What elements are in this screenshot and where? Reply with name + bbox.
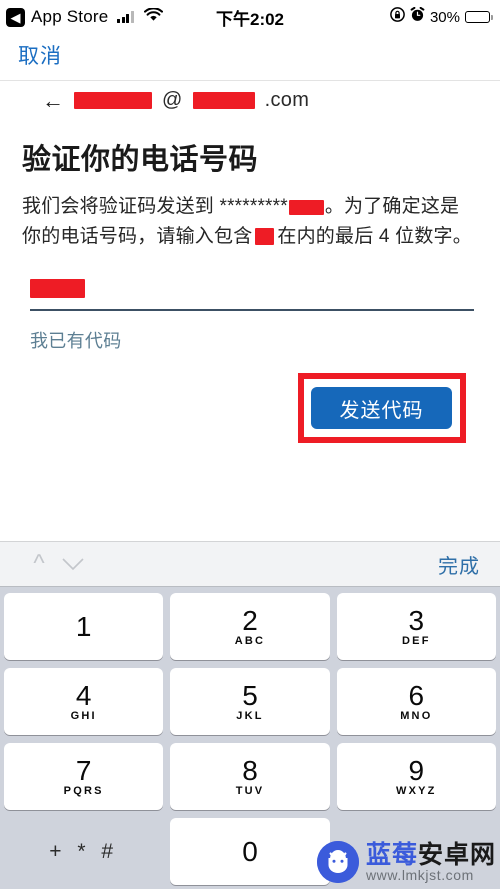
redaction-email-local bbox=[74, 92, 152, 109]
redaction-email-domain bbox=[192, 92, 255, 109]
key-2[interactable]: 2 ABC bbox=[170, 593, 330, 660]
key-number: 6 bbox=[408, 679, 425, 711]
key-number: 9 bbox=[408, 754, 425, 786]
wifi-icon bbox=[143, 7, 163, 27]
cellular-signal-icon bbox=[117, 11, 134, 23]
key-letters: GHI bbox=[70, 710, 97, 723]
key-letters: JKL bbox=[236, 710, 264, 723]
key-number: 3 bbox=[408, 604, 425, 636]
instruction-text-part3: 在内的最后 4 位数字。 bbox=[277, 225, 472, 247]
key-number: 4 bbox=[75, 679, 92, 711]
key-number: 8 bbox=[242, 754, 258, 786]
key-number: 1 bbox=[75, 610, 92, 642]
battery-icon bbox=[465, 11, 493, 23]
key-8[interactable]: 8 TUV bbox=[170, 743, 330, 810]
key-letters: WXYZ bbox=[396, 785, 437, 798]
key-number: 5 bbox=[242, 679, 258, 711]
chevron-up-icon[interactable]: ^ bbox=[22, 547, 56, 581]
page-title: 验证你的电话号码 bbox=[22, 144, 259, 176]
keyboard-accessory-bar: ^ 完成 bbox=[0, 541, 500, 587]
key-letters: MNO bbox=[400, 710, 433, 723]
status-bar-right: 30% bbox=[390, 6, 493, 27]
key-letters: PQRS bbox=[63, 785, 104, 798]
key-letters: DEF bbox=[402, 635, 431, 648]
watermark-title: 蓝莓安卓网 bbox=[365, 840, 496, 869]
instruction-text: 我们会将验证码发送到 ********* 。为了确定这是你的电话号码，请输入包含在… bbox=[22, 192, 478, 251]
main-content: 验证你的电话号码 我们会将验证码发送到 ********* 。为了确定这是你的电话… bbox=[0, 122, 500, 455]
submit-area: 发送代码 bbox=[22, 363, 478, 455]
redaction-last-digits bbox=[255, 228, 275, 246]
key-7[interactable]: 7 PQRS bbox=[4, 743, 164, 810]
arrow-left-icon[interactable]: ← bbox=[42, 89, 64, 112]
site-watermark: 蓝莓安卓网 www.lmkjst.com bbox=[316, 840, 496, 883]
key-letters: ABC bbox=[234, 635, 266, 648]
email-at-symbol: @ bbox=[162, 89, 183, 111]
battery-percent-label: 30% bbox=[429, 8, 460, 26]
redaction-input-value bbox=[30, 279, 85, 299]
cancel-button[interactable]: 取消 bbox=[18, 45, 62, 68]
key-4[interactable]: 4 GHI bbox=[4, 668, 164, 735]
have-code-link[interactable]: 我已有代码 bbox=[30, 327, 478, 353]
key-number: 7 bbox=[75, 754, 92, 786]
watermark-text: 蓝莓安卓网 www.lmkjst.com bbox=[365, 840, 496, 883]
redaction-phone-number bbox=[288, 199, 324, 215]
watermark-title-blue: 蓝莓 bbox=[365, 840, 418, 869]
nav-bar: 取消 bbox=[0, 34, 500, 80]
watermark-url: www.lmkjst.com bbox=[365, 866, 474, 883]
status-bar-left: ◀ App Store bbox=[6, 7, 163, 27]
email-tld-label: .com bbox=[264, 89, 310, 111]
chevron-left-icon[interactable]: ◀ bbox=[6, 7, 25, 27]
key-0[interactable]: 0 bbox=[170, 818, 330, 885]
phone-digits-field[interactable] bbox=[30, 279, 474, 312]
key-3[interactable]: 3 DEF bbox=[336, 593, 496, 660]
instruction-text-part1: 我们会将验证码发送到 ********* bbox=[22, 196, 288, 218]
key-number: 0 bbox=[242, 835, 258, 867]
key-5[interactable]: 5 JKL bbox=[170, 668, 330, 735]
key-symbols[interactable]: + * # bbox=[4, 818, 163, 885]
account-email-row[interactable]: ← @ .com bbox=[0, 81, 500, 122]
android-robot-icon bbox=[316, 841, 359, 883]
field-underline bbox=[30, 309, 474, 312]
rotation-lock-icon bbox=[390, 7, 405, 27]
key-letters: TUV bbox=[235, 785, 265, 798]
phone-digits-value[interactable] bbox=[30, 279, 474, 299]
keyboard-done-button[interactable]: 完成 bbox=[438, 550, 480, 579]
numeric-keyboard: ^ 完成 1 2 ABC 3 DEF 4 GHI 5 JKL 6 MNO 7 PQRS 8 TUV 9 WXYZ… bbox=[0, 541, 500, 889]
chevron-down-icon[interactable] bbox=[56, 547, 90, 581]
send-code-button[interactable]: 发送代码 bbox=[311, 387, 452, 430]
key-9[interactable]: 9 WXYZ bbox=[336, 743, 496, 810]
returning-app-label[interactable]: App Store bbox=[31, 7, 108, 27]
status-bar: ◀ App Store 下午2:02 30% bbox=[0, 0, 500, 34]
key-number: 2 bbox=[242, 604, 258, 636]
key-1[interactable]: 1 bbox=[4, 593, 164, 660]
key-6[interactable]: 6 MNO bbox=[336, 668, 496, 735]
watermark-title-dark: 安卓网 bbox=[417, 840, 496, 869]
alarm-clock-icon bbox=[410, 6, 425, 27]
